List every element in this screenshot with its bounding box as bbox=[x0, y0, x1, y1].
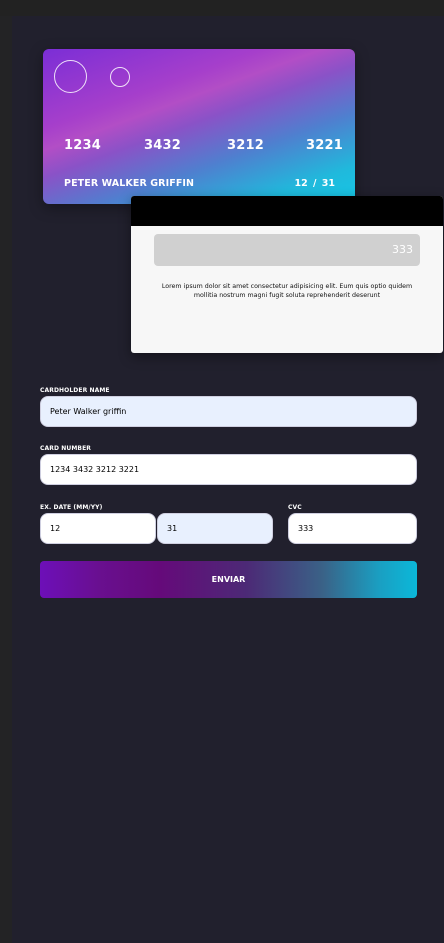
top-bar bbox=[0, 0, 444, 16]
card-holder-name: PETER WALKER GRIFFIN bbox=[64, 178, 195, 189]
card-number-group-1: 1234 bbox=[64, 138, 101, 153]
card-back: 333 Lorem ipsum dolor sit amet consectet… bbox=[131, 196, 443, 353]
exp-month-input[interactable] bbox=[40, 513, 156, 544]
card-logo-circle-large bbox=[54, 60, 87, 93]
cvc-label: CVC bbox=[288, 504, 302, 511]
card-number-group-4: 3221 bbox=[306, 138, 343, 153]
card-logo-circle-small bbox=[110, 67, 130, 87]
left-edge bbox=[0, 16, 12, 943]
card-number-input[interactable] bbox=[40, 454, 417, 485]
card-expiry: 12 / 31 bbox=[294, 178, 335, 189]
exp-year-input[interactable] bbox=[157, 513, 273, 544]
card-front: 1234 3432 3212 3221 PETER WALKER GRIFFIN… bbox=[43, 49, 355, 204]
cardholder-label: CARDHOLDER NAME bbox=[40, 387, 110, 394]
cvc-input[interactable] bbox=[288, 513, 417, 544]
submit-button[interactable]: ENVIAR bbox=[40, 561, 417, 598]
card-number-label: CARD NUMBER bbox=[40, 445, 91, 452]
magnetic-stripe bbox=[131, 196, 443, 226]
card-back-text: Lorem ipsum dolor sit amet consectetur a… bbox=[161, 283, 413, 299]
card-number-group-3: 3212 bbox=[227, 138, 264, 153]
cardholder-name-input[interactable] bbox=[40, 396, 417, 427]
exp-date-label: EX. DATE (MM/YY) bbox=[40, 504, 103, 511]
card-number-group-2: 3432 bbox=[144, 138, 181, 153]
card-back-cvc: 333 bbox=[154, 234, 420, 266]
